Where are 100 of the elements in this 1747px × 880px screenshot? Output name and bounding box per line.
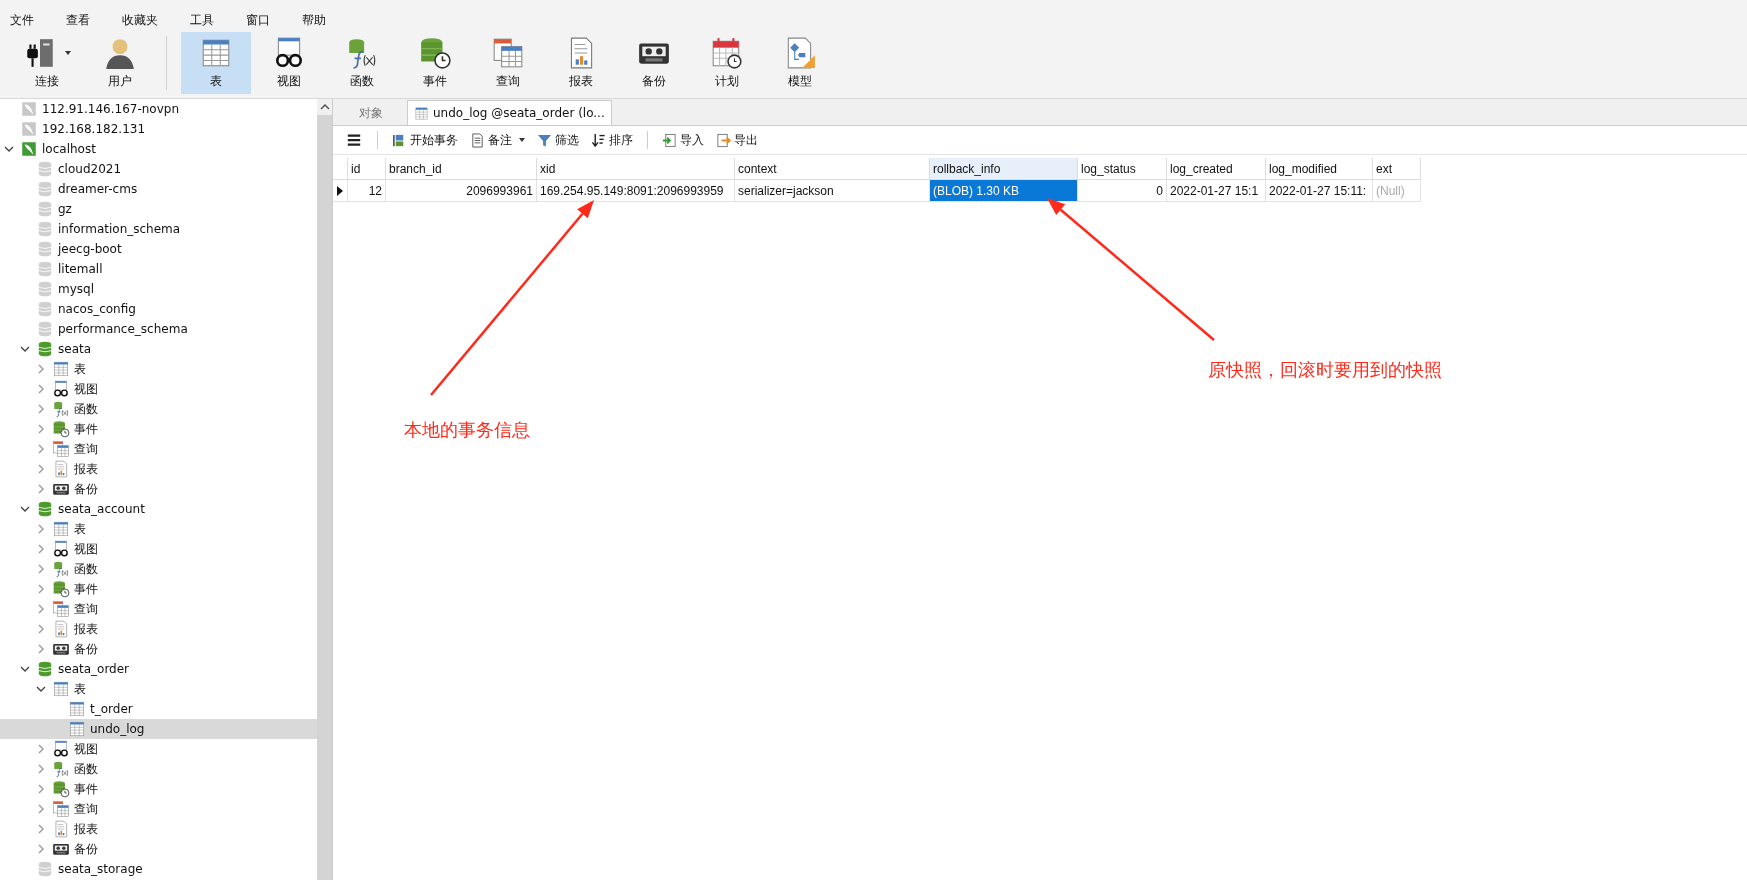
tree-item[interactable]: 报表 [0, 459, 317, 479]
tree-item[interactable]: information_schema [0, 219, 317, 239]
tree-item[interactable]: jeecg-boot [0, 239, 317, 259]
chevron-right-icon[interactable] [36, 384, 46, 394]
tree-item[interactable]: 函数 [0, 759, 317, 779]
chevron-right-icon[interactable] [36, 584, 46, 594]
chevron-right-icon[interactable] [36, 524, 46, 534]
chevron-right-icon[interactable] [36, 564, 46, 574]
tree-item[interactable]: 查询 [0, 799, 317, 819]
tree-item[interactable]: seata [0, 339, 317, 359]
tree-item[interactable]: 表 [0, 359, 317, 379]
tree-item[interactable]: litemall [0, 259, 317, 279]
menu-item[interactable]: 收藏夹 [116, 9, 164, 31]
menu-item[interactable]: 帮助 [296, 9, 332, 31]
tree-item[interactable]: 报表 [0, 819, 317, 839]
toolbar-button[interactable]: 开始事务 [388, 129, 462, 151]
chevron-down-icon[interactable] [4, 144, 14, 154]
toolbar-button[interactable]: 导出 [712, 129, 762, 151]
tree-item[interactable]: 备份 [0, 479, 317, 499]
tree-item[interactable]: 查询 [0, 599, 317, 619]
tree-item[interactable]: localhost [0, 139, 317, 159]
chevron-right-icon[interactable] [36, 444, 46, 454]
column-header[interactable]: context [735, 158, 930, 180]
tree-item[interactable]: 视图 [0, 539, 317, 559]
row-header[interactable] [333, 180, 348, 202]
tree-item[interactable]: 备份 [0, 639, 317, 659]
chevron-right-icon[interactable] [36, 464, 46, 474]
caret-icon[interactable] [65, 51, 71, 55]
chevron-right-icon[interactable] [36, 544, 46, 554]
caret-icon[interactable] [519, 138, 525, 142]
tree-item[interactable]: undo_log [0, 719, 317, 739]
chevron-right-icon[interactable] [36, 804, 46, 814]
chevron-down-icon[interactable] [20, 504, 30, 514]
chevron-right-icon[interactable] [36, 624, 46, 634]
toolbar-button[interactable]: 模型 [765, 32, 835, 94]
toolbar-button[interactable]: 视图 [254, 32, 324, 94]
column-header[interactable]: xid [537, 158, 735, 180]
tree-item[interactable]: seata_account [0, 499, 317, 519]
tree-item[interactable]: 查询 [0, 439, 317, 459]
toolbar-button[interactable]: 事件 [400, 32, 470, 94]
tree-item[interactable]: 112.91.146.167-novpn [0, 99, 317, 119]
tree-item[interactable]: 事件 [0, 779, 317, 799]
chevron-right-icon[interactable] [36, 784, 46, 794]
tree-item[interactable]: 事件 [0, 579, 317, 599]
scrollbar[interactable] [317, 99, 332, 880]
tree-item[interactable]: 备份 [0, 839, 317, 859]
tree-item[interactable]: 报表 [0, 619, 317, 639]
toolbar-button[interactable]: 函数 [327, 32, 397, 94]
chevron-right-icon[interactable] [36, 744, 46, 754]
column-header[interactable]: log_created [1167, 158, 1266, 180]
chevron-right-icon[interactable] [36, 404, 46, 414]
chevron-down-icon[interactable] [36, 684, 46, 694]
tree-item[interactable]: cloud2021 [0, 159, 317, 179]
table-cell[interactable]: 12 [348, 180, 386, 202]
toolbar-button[interactable]: 导入 [658, 129, 708, 151]
table-cell[interactable]: (BLOB) 1.30 KB [930, 180, 1078, 202]
menu-item[interactable]: 查看 [60, 9, 96, 31]
chevron-down-icon[interactable] [20, 344, 30, 354]
toolbar-button[interactable]: 排序 [587, 129, 637, 151]
menu-item[interactable]: 文件 [4, 9, 40, 31]
toolbar-button[interactable]: 表 [181, 32, 251, 94]
chevron-right-icon[interactable] [36, 644, 46, 654]
tree-item[interactable]: 视图 [0, 739, 317, 759]
table-cell[interactable]: 2022-01-27 15:11: [1266, 180, 1373, 202]
tree-item[interactable]: 表 [0, 679, 317, 699]
column-header[interactable]: id [348, 158, 386, 180]
tree-item[interactable]: seata_order [0, 659, 317, 679]
tree-item[interactable]: gz [0, 199, 317, 219]
tree-item[interactable]: dreamer-cms [0, 179, 317, 199]
tab[interactable]: undo_log @seata_order (lo... [407, 100, 612, 125]
column-header[interactable]: log_status [1078, 158, 1167, 180]
chevron-down-icon[interactable] [20, 664, 30, 674]
table-cell[interactable]: 2096993961 [386, 180, 537, 202]
chevron-right-icon[interactable] [36, 604, 46, 614]
chevron-right-icon[interactable] [36, 764, 46, 774]
toolbar-button[interactable]: 报表 [546, 32, 616, 94]
column-header[interactable]: branch_id [386, 158, 537, 180]
toolbar-button[interactable]: 计划 [692, 32, 762, 94]
menu-item[interactable]: 窗口 [240, 9, 276, 31]
tree-item[interactable]: performance_schema [0, 319, 317, 339]
table-cell[interactable]: 0 [1078, 180, 1167, 202]
tree-item[interactable]: 事件 [0, 419, 317, 439]
table-cell[interactable]: serializer=jackson [735, 180, 930, 202]
tree-item[interactable]: 表 [0, 519, 317, 539]
chevron-right-icon[interactable] [36, 424, 46, 434]
toolbar-button[interactable]: 查询 [473, 32, 543, 94]
menu-item[interactable]: 工具 [184, 9, 220, 31]
column-header[interactable]: log_modified [1266, 158, 1373, 180]
tree-item[interactable]: 函数 [0, 559, 317, 579]
chevron-right-icon[interactable] [36, 364, 46, 374]
table-cell[interactable]: 2022-01-27 15:1 [1167, 180, 1266, 202]
toolbar-button[interactable]: 连接 [12, 32, 82, 94]
tab[interactable]: 对象 [335, 101, 407, 125]
toolbar-button[interactable]: 备注 [466, 129, 529, 151]
chevron-right-icon[interactable] [36, 844, 46, 854]
tree-item[interactable]: 192.168.182.131 [0, 119, 317, 139]
tree-item[interactable]: 视图 [0, 379, 317, 399]
tree-item[interactable]: 函数 [0, 399, 317, 419]
column-header[interactable]: rollback_info [930, 158, 1078, 180]
toolbar-button[interactable]: 备份 [619, 32, 689, 94]
